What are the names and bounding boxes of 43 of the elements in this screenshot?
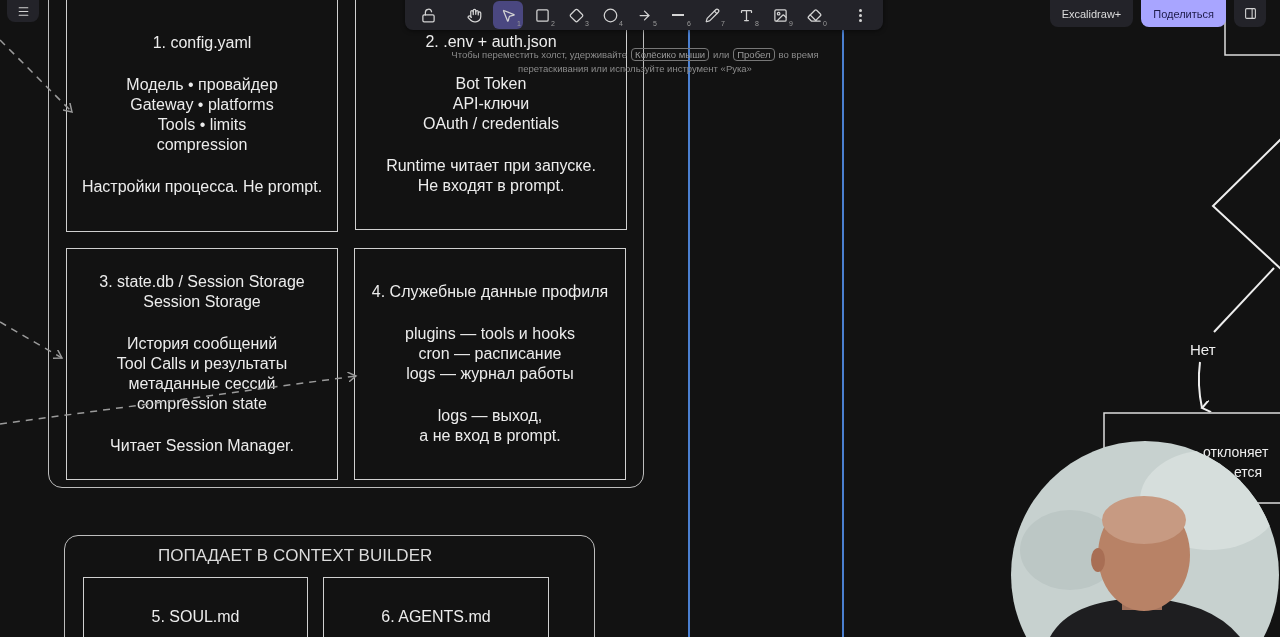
box-text: Читает Session Manager. (110, 436, 294, 456)
box-text: 4. Служебные данные профиля (371, 282, 609, 302)
menu-button[interactable] (7, 0, 39, 22)
group-title: ПОПАДАЕТ В CONTEXT BUILDER (158, 546, 433, 566)
hand-icon (466, 7, 482, 23)
pencil-icon (704, 7, 720, 23)
arrow-icon (636, 7, 652, 23)
square-icon (534, 7, 550, 23)
connector-line (1213, 267, 1275, 333)
hint-text: или (713, 49, 730, 60)
more-icon (858, 8, 862, 22)
key-chip: Пробел (733, 48, 775, 61)
box-text: Модель • провайдер Gateway • platforms Tools • limits compression (126, 75, 278, 155)
box-text: 5. SOUL.md (151, 607, 240, 627)
box-text: logs — выход, а не вход в prompt. (419, 406, 561, 446)
image-icon (772, 7, 788, 23)
share-button[interactable]: Поделиться (1141, 0, 1226, 27)
box-text: Bot Token API-ключи OAuth / credentials (422, 74, 560, 134)
box-text: 3. state.db / Session Storage Session Storage (99, 272, 305, 312)
box-text: 1. config.yaml (152, 33, 252, 53)
unlock-icon (420, 7, 436, 23)
circle-icon (602, 7, 618, 23)
box-text: Runtime читает при запуске. Не входят в prompt. (386, 156, 596, 196)
box-text: plugins — tools и hooks cron — расписание logs — журнал работы (405, 324, 575, 384)
sidebar-icon (1243, 7, 1257, 20)
text-icon (738, 7, 754, 23)
box-text: 2. .env + auth.json (425, 32, 557, 51)
eraser-icon (806, 7, 822, 23)
box-text: Настройки процесса. Не prompt. (81, 177, 323, 197)
box-text: отклоняет (1203, 444, 1269, 460)
line-icon (672, 14, 684, 16)
box-text: История сообщений Tool Calls и результаты метаданные сессий compression state (116, 334, 288, 414)
hint-text: во время (778, 49, 819, 60)
box-text: ется (1234, 464, 1263, 480)
pointer-icon (500, 7, 516, 23)
menu-icon (16, 4, 30, 18)
dashed-arrow (0, 321, 63, 360)
plus-button[interactable]: Excalidraw+ (1049, 0, 1134, 27)
diamond-icon (568, 7, 584, 23)
edge-label: Нет (1190, 341, 1216, 358)
sidebar-button[interactable] (1234, 0, 1266, 27)
box-text: 6. AGENTS.md (381, 607, 491, 627)
down-arrow (1197, 361, 1213, 414)
